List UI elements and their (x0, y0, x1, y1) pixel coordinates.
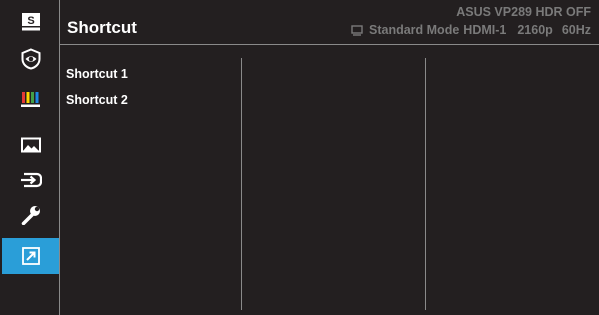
sidebar-item-image[interactable] (2, 127, 59, 163)
osd-menu: S Shortcut ASUS VP289 HDR OFF Standard M… (0, 0, 599, 315)
svg-text:S: S (27, 15, 34, 27)
sidebar-item-splendid[interactable]: S (2, 4, 59, 40)
color-bars-icon (20, 92, 40, 107)
column-divider-1 (241, 58, 242, 310)
sidebar-item-input-select[interactable] (2, 162, 59, 198)
splendid-s-icon: S (21, 13, 40, 31)
monitor-icon (351, 24, 363, 36)
option-shortcut-1[interactable]: Shortcut 1 (66, 67, 128, 81)
shortcut-arrow-icon (21, 247, 40, 265)
landscape-image-icon (20, 137, 41, 153)
sidebar-item-eye-care[interactable] (2, 41, 59, 77)
resolution: 2160p (517, 23, 553, 37)
option-shortcut-2[interactable]: Shortcut 2 (66, 93, 128, 107)
column-divider-2 (425, 58, 426, 310)
sidebar: S (0, 0, 59, 315)
status-line: Standard Mode HDMI-1 2160p 60Hz (351, 23, 591, 37)
page-title: Shortcut (67, 18, 137, 37)
eye-shield-icon (21, 48, 40, 70)
input-arrow-icon (20, 172, 42, 188)
model-status: ASUS VP289 HDR OFF (456, 5, 591, 19)
sidebar-item-color[interactable] (2, 81, 59, 117)
sidebar-item-system-setup[interactable] (2, 197, 59, 233)
display-mode: Standard Mode (369, 23, 460, 37)
sidebar-item-shortcut[interactable] (2, 238, 59, 274)
refresh-rate: 60Hz (561, 23, 591, 37)
header: Shortcut ASUS VP289 HDR OFF Standard Mod… (60, 0, 599, 44)
header-divider (60, 44, 599, 45)
input-source: HDMI-1 (463, 23, 507, 37)
sidebar-divider (59, 0, 60, 315)
wrench-icon (21, 206, 40, 225)
